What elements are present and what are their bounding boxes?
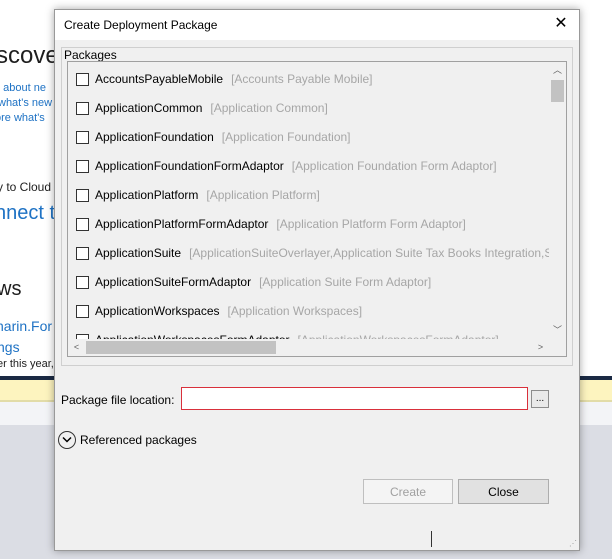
news-heading: ws <box>0 278 22 300</box>
packages-label: Packages <box>62 48 119 62</box>
package-checkbox[interactable] <box>76 160 89 173</box>
close-icon[interactable]: ✕ <box>551 15 571 35</box>
package-description: [Application Foundation] <box>221 130 351 144</box>
package-name: ApplicationSuite <box>95 246 182 260</box>
packages-list: AccountsPayableMobile [Accounts Payable M… <box>67 61 567 357</box>
text-caret <box>431 531 432 547</box>
package-description: [ApplicationSuiteOverlayer,Application S… <box>189 246 549 260</box>
package-name: ApplicationFoundation <box>95 130 214 144</box>
package-description: [Application Suite Form Adaptor] <box>259 275 432 289</box>
package-checkbox[interactable] <box>76 189 89 202</box>
package-text: ApplicationPlatformFormAdaptor [Applicati… <box>95 217 466 231</box>
package-name: AccountsPayableMobile <box>95 72 224 86</box>
package-text: ApplicationFoundationFormAdaptor [Applica… <box>95 159 497 173</box>
package-description: [Accounts Payable Mobile] <box>231 72 373 86</box>
package-text: ApplicationFoundation [Application Founda… <box>95 130 351 144</box>
package-name: ApplicationPlatformFormAdaptor <box>95 217 269 231</box>
start-page-link[interactable]: what's new <box>0 97 52 109</box>
news-link[interactable]: ngs <box>0 339 20 355</box>
scroll-down-icon[interactable]: ﹀ <box>549 322 566 339</box>
package-checkbox[interactable] <box>76 276 89 289</box>
package-checkbox[interactable] <box>76 131 89 144</box>
referenced-packages-label: Referenced packages <box>80 433 197 447</box>
horizontal-scroll-thumb[interactable] <box>86 341 276 354</box>
package-file-location-input[interactable] <box>181 387 528 410</box>
package-description: [Application Platform Form Adaptor] <box>276 217 466 231</box>
package-description: [Application Common] <box>210 101 328 115</box>
scroll-up-icon[interactable]: ︿ <box>549 62 566 79</box>
resize-grip-icon[interactable]: ⋰ <box>569 539 577 548</box>
packages-list-items: AccountsPayableMobile [Accounts Payable M… <box>68 62 549 339</box>
package-checkbox[interactable] <box>76 73 89 86</box>
news-link[interactable]: narin.For <box>0 318 52 334</box>
vertical-scroll-thumb[interactable] <box>551 80 564 102</box>
package-name: ApplicationWorkspaces <box>95 304 220 318</box>
package-description: [Application Workspaces] <box>227 304 363 318</box>
package-file-location-label: Package file location: <box>61 393 175 407</box>
package-name: ApplicationFoundationFormAdaptor <box>95 159 284 173</box>
package-text: ApplicationWorkspaces [Application Worksp… <box>95 304 362 318</box>
cloud-text: y to Cloud <box>0 180 52 194</box>
start-page-link[interactable]: n about ne <box>0 82 46 94</box>
package-name: ApplicationPlatform <box>95 188 199 202</box>
browse-button[interactable]: ... <box>531 390 549 408</box>
news-snippet: er this year, <box>0 358 54 370</box>
horizontal-scrollbar[interactable]: < > <box>68 339 549 356</box>
start-page-link[interactable]: ore what's <box>0 112 45 124</box>
package-name: ApplicationCommon <box>95 101 203 115</box>
package-checkbox[interactable] <box>76 218 89 231</box>
close-button[interactable]: Close <box>458 479 549 504</box>
dialog-titlebar[interactable]: Create Deployment Package ✕ <box>55 10 579 40</box>
package-text: ApplicationSuite [ApplicationSuiteOverlay… <box>95 246 549 260</box>
scroll-left-icon[interactable]: < <box>68 339 85 356</box>
package-text: ApplicationSuiteFormAdaptor [Application … <box>95 275 431 289</box>
package-name: ApplicationSuiteFormAdaptor <box>95 275 252 289</box>
create-deployment-package-dialog: Create Deployment Package ✕ Packages Acc… <box>54 9 580 551</box>
referenced-packages-toggle[interactable]: Referenced packages <box>58 430 218 450</box>
package-description: [Application Foundation Form Adaptor] <box>291 159 497 173</box>
package-text: ApplicationCommon [Application Common] <box>95 101 328 115</box>
package-checkbox[interactable] <box>76 305 89 318</box>
package-description: [Application Platform] <box>206 188 320 202</box>
package-text: ApplicationPlatform [Application Platform… <box>95 188 320 202</box>
create-button[interactable]: Create <box>363 479 453 504</box>
vertical-scrollbar[interactable]: ︿ ﹀ <box>549 62 566 339</box>
dialog-title: Create Deployment Package <box>64 18 218 32</box>
scroll-right-icon[interactable]: > <box>532 339 549 356</box>
package-text: AccountsPayableMobile [Accounts Payable M… <box>95 72 373 86</box>
package-checkbox[interactable] <box>76 247 89 260</box>
chevron-down-circle-icon[interactable] <box>58 431 76 449</box>
package-checkbox[interactable] <box>76 102 89 115</box>
scrollbar-corner <box>549 339 566 356</box>
